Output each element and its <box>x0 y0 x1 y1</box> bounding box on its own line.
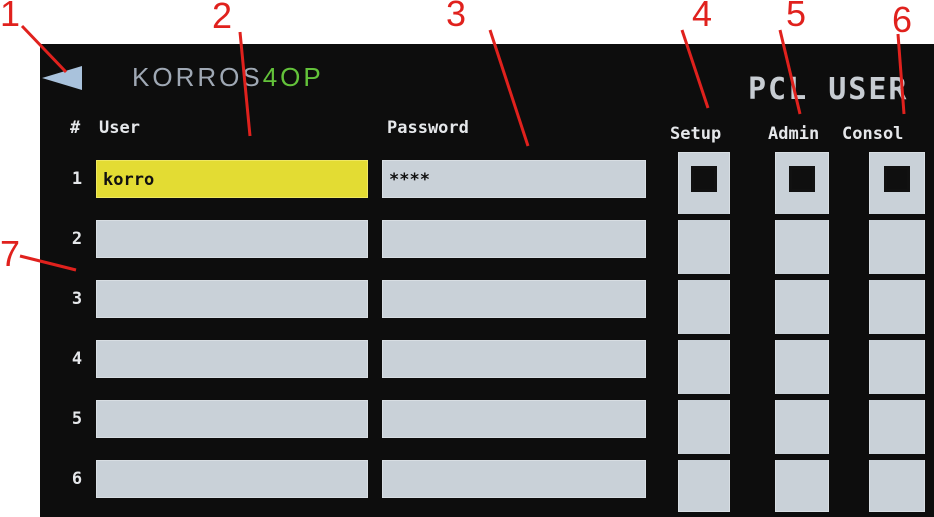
callout-5: 5 <box>786 0 807 34</box>
callout-2: 2 <box>212 0 233 36</box>
callout-7: 7 <box>0 233 21 274</box>
callout-1: 1 <box>0 0 21 34</box>
callout-lines <box>19 24 906 272</box>
callout-4: 4 <box>692 0 713 34</box>
callout-6: 6 <box>892 0 913 40</box>
callout-3: 3 <box>446 0 467 34</box>
